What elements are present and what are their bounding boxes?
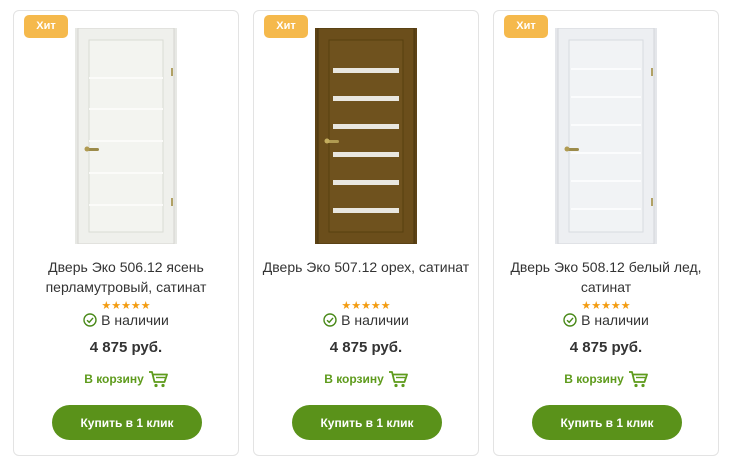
hit-badge: Хит (24, 15, 68, 38)
cart-label: В корзину (324, 372, 384, 386)
stock-status: В наличии (14, 310, 238, 330)
product-title[interactable]: Дверь Эко 506.12 ясень перламутровый, са… (14, 257, 238, 297)
add-to-cart-link[interactable]: В корзину (14, 367, 238, 391)
cart-icon (628, 371, 648, 388)
buy-one-click-button[interactable]: Купить в 1 клик (532, 405, 682, 440)
product-card: Хит Дверь Эко 508.12 белый лед, сатинат … (493, 10, 719, 456)
add-to-cart-link[interactable]: В корзину (494, 367, 718, 391)
cart-icon (388, 371, 408, 388)
check-circle-icon (323, 313, 337, 327)
hit-badge: Хит (504, 15, 548, 38)
stock-label: В наличии (581, 312, 649, 328)
stock-status: В наличии (494, 310, 718, 330)
hit-badge: Хит (264, 15, 308, 38)
stock-status: В наличии (254, 310, 478, 330)
door-image[interactable] (75, 28, 177, 244)
price: 4 875 руб. (569, 339, 643, 356)
buy-one-click-button[interactable]: Купить в 1 клик (292, 405, 442, 440)
product-card: Хит Дверь Эко 507.12 орех, сатинат ★★★★★… (253, 10, 479, 456)
cart-label: В корзину (564, 372, 624, 386)
door-image[interactable] (555, 28, 657, 244)
add-to-cart-link[interactable]: В корзину (254, 367, 478, 391)
stock-label: В наличии (341, 312, 409, 328)
product-title[interactable]: Дверь Эко 507.12 орех, сатинат (254, 257, 478, 277)
cart-label: В корзину (84, 372, 144, 386)
buy-one-click-button[interactable]: Купить в 1 клик (52, 405, 202, 440)
stock-label: В наличии (101, 312, 169, 328)
door-image[interactable] (315, 28, 417, 244)
product-card: Хит Дверь Эко 506.12 ясень перламутровый… (13, 10, 239, 456)
check-circle-icon (563, 313, 577, 327)
cart-icon (148, 371, 168, 388)
price: 4 875 руб. (329, 339, 403, 356)
product-title[interactable]: Дверь Эко 508.12 белый лед, сатинат (494, 257, 718, 297)
price: 4 875 руб. (89, 339, 163, 356)
check-circle-icon (83, 313, 97, 327)
